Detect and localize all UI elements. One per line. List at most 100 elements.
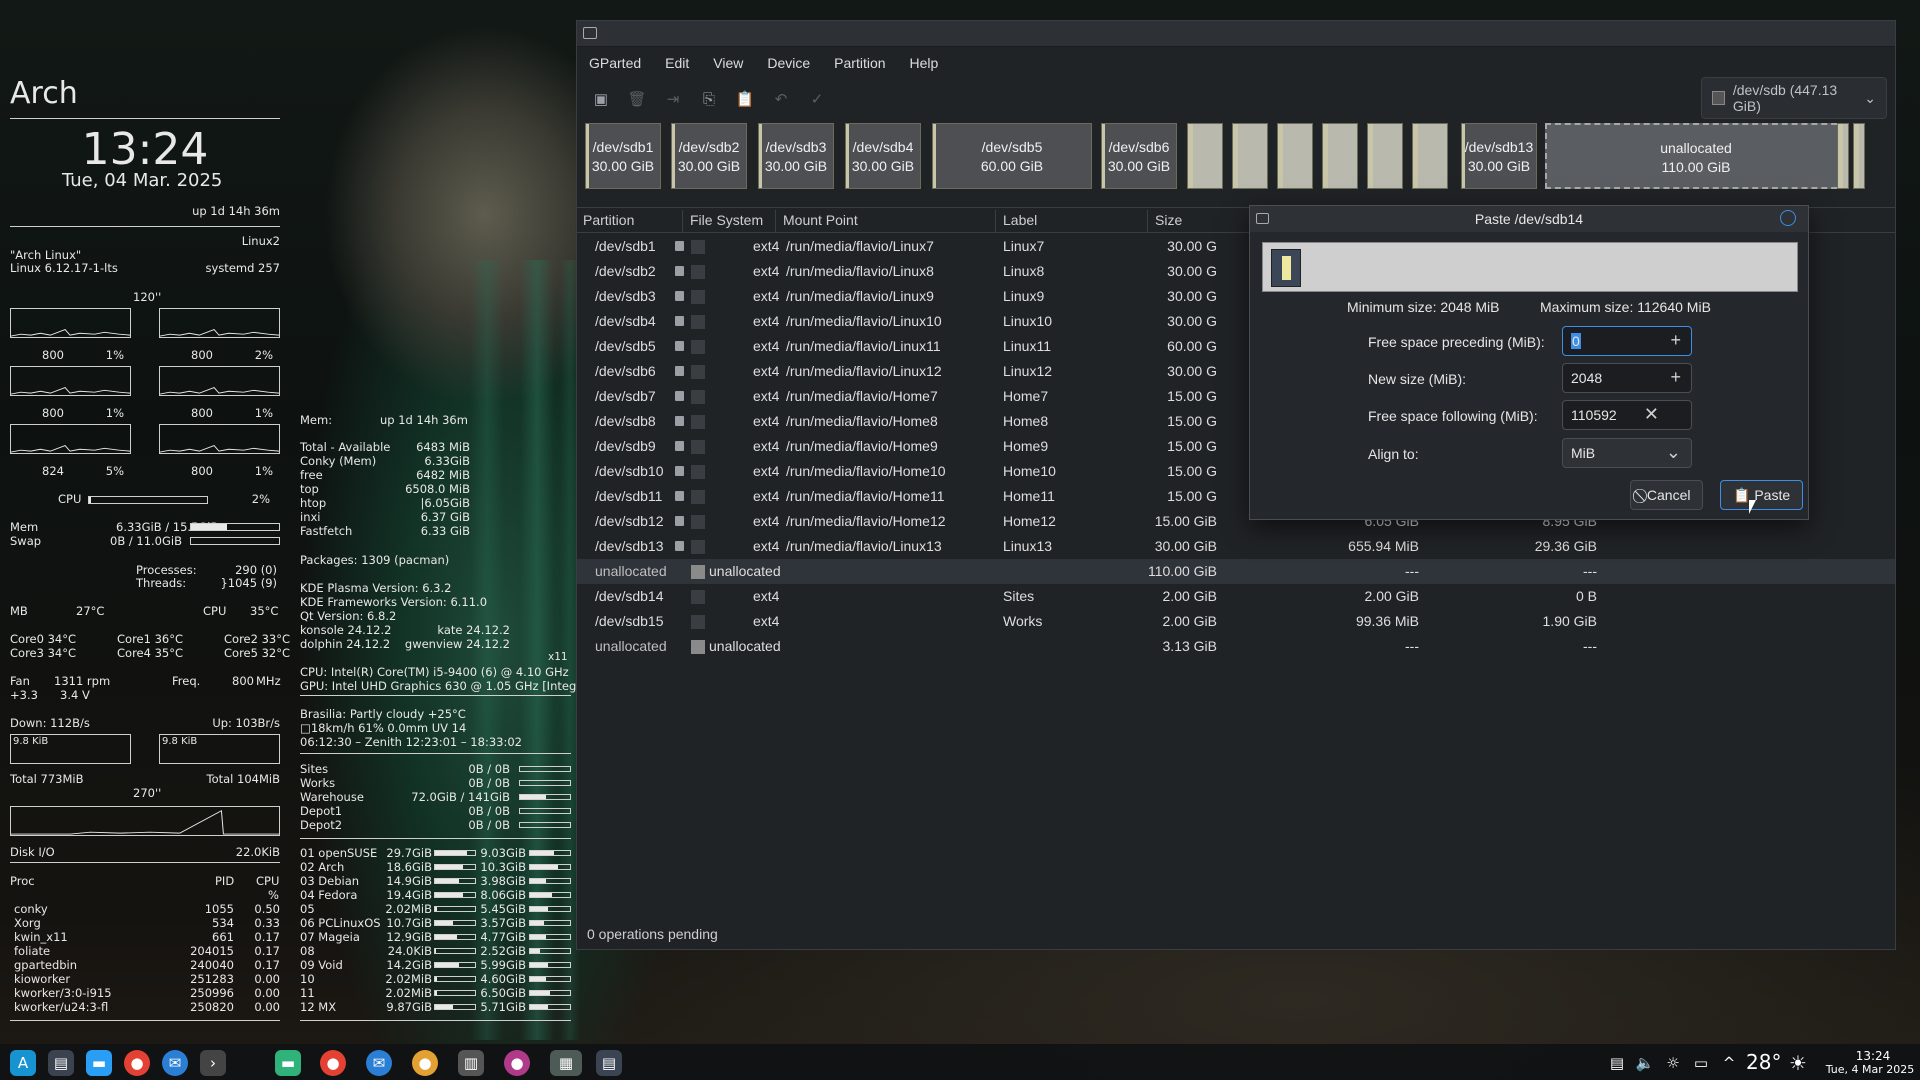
row-label: Works	[1003, 613, 1043, 629]
paste-button[interactable]: 📋 Paste	[1720, 480, 1804, 510]
conky-mem2-label: Mem:	[300, 413, 333, 427]
partition-block[interactable]: /dev/sdb5 60.00 GiB	[932, 123, 1092, 189]
menu-view[interactable]: View	[701, 51, 755, 77]
clock-date[interactable]: Tue, 4 Mar 2025	[1820, 1063, 1920, 1076]
cancel-button[interactable]: ⃠ Cancel	[1630, 480, 1704, 510]
undo-icon[interactable]: ↶	[765, 83, 797, 115]
column-file-system[interactable]: File System	[690, 212, 763, 228]
menu-partition[interactable]: Partition	[822, 51, 897, 77]
distro-home: 9.03GiB	[480, 846, 526, 860]
task-chrome2-icon[interactable]: ●	[412, 1050, 438, 1076]
device-selector[interactable]: /dev/sdb (447.13 GiB) ⌄	[1701, 77, 1887, 119]
volume-icon[interactable]: 🔈	[1632, 1050, 1658, 1076]
column-size[interactable]: Size	[1155, 212, 1182, 228]
partition-block-name: /dev/sdb4	[852, 139, 914, 155]
paste-icon[interactable]: 📋	[729, 83, 761, 115]
partition-block[interactable]: /dev/sdb13 30.00 GiB	[1461, 123, 1537, 189]
table-row[interactable]: /dev/sdb14 ext4 Sites 2.00 GiB 2.00 GiB 0 B	[577, 584, 1895, 609]
clipboard-icon[interactable]: ▤	[1604, 1050, 1630, 1076]
proc-pid: 204015	[190, 944, 234, 958]
partition-block-small[interactable]	[1187, 123, 1223, 189]
konsole-icon[interactable]: ›	[200, 1050, 226, 1076]
distro-home-bar	[529, 1004, 571, 1010]
partition-block[interactable]: unallocated 110.00 GiB	[1545, 123, 1847, 189]
weather-temp[interactable]: 28°	[1746, 1050, 1781, 1074]
launcher-icon[interactable]: A	[10, 1050, 36, 1076]
partition-block-small[interactable]	[1367, 123, 1403, 189]
resize-move-icon[interactable]: ⇥	[657, 83, 689, 115]
plus-icon[interactable]: +	[1670, 367, 1681, 388]
partition-block-small[interactable]	[1837, 123, 1849, 189]
menu-gparted[interactable]: GParted	[577, 51, 653, 77]
table-row[interactable]: /dev/sdb13 ext4/run/media/flavio/Linux13 L…	[577, 534, 1895, 559]
task-calc-icon[interactable]: ▤	[596, 1050, 622, 1076]
brightness-icon[interactable]: ☼	[1660, 1050, 1686, 1076]
task-gparted-icon[interactable]: ▦	[550, 1050, 582, 1076]
partition-block-name: /dev/sdb6	[1108, 139, 1170, 155]
task-app-icon[interactable]: ●	[504, 1050, 530, 1076]
column-partition[interactable]: Partition	[583, 212, 634, 228]
copy-icon[interactable]: ⎘	[693, 83, 725, 115]
clock-time[interactable]: 13:24	[1838, 1049, 1908, 1063]
task-thunderbird-icon[interactable]: ✉	[366, 1050, 392, 1076]
conky-kernel: Linux 6.12.17-1-lts	[10, 261, 118, 275]
row-size: 30.00 G	[1167, 238, 1217, 254]
clear-icon[interactable]: ✕	[1644, 404, 1659, 425]
delete-icon[interactable]: 🗑	[621, 83, 653, 115]
partition-block[interactable]: /dev/sdb3 30.00 GiB	[758, 123, 834, 189]
table-row[interactable]: unallocated unallocated 110.00 GiB --- ---	[577, 559, 1895, 584]
window-titlebar[interactable]	[577, 21, 1895, 47]
conky-weather3: 06:12:30 – Zenith 12:23:01 – 18:33:02	[300, 735, 522, 749]
partition-block-small[interactable]	[1322, 123, 1358, 189]
partition-block-small[interactable]	[1277, 123, 1313, 189]
apply-icon[interactable]: ✓	[801, 83, 833, 115]
network-icon[interactable]: ▭	[1688, 1050, 1714, 1076]
row-mountpoint: /run/media/flavio/Home10	[786, 463, 946, 479]
task-files-icon[interactable]: ▬	[275, 1050, 301, 1076]
menu-edit[interactable]: Edit	[653, 51, 701, 77]
mount-name: Depot2	[300, 818, 343, 832]
row-label: Home8	[1003, 413, 1049, 429]
partition-block-small[interactable]	[1232, 123, 1268, 189]
terminal-icon[interactable]: ▤	[48, 1050, 74, 1076]
partition-resizer[interactable]	[1262, 242, 1798, 292]
column-mount-point[interactable]: Mount Point	[783, 212, 858, 228]
file-manager-icon[interactable]: ▬	[86, 1050, 112, 1076]
cpu-core-load: 5%	[105, 464, 124, 478]
column-label[interactable]: Label	[1003, 212, 1037, 228]
partition-block[interactable]: /dev/sdb1 30.00 GiB	[585, 123, 661, 189]
partition-block[interactable]: /dev/sdb2 30.00 GiB	[671, 123, 747, 189]
distro-home: 2.52GiB	[480, 944, 526, 958]
cpu-core-graph	[10, 424, 131, 454]
partition-block-small[interactable]	[1853, 123, 1865, 189]
mem-source: free	[300, 468, 323, 482]
table-row[interactable]: unallocated unallocated 3.13 GiB --- ---	[577, 634, 1895, 659]
task-chrome-icon[interactable]: ●	[320, 1050, 346, 1076]
partition-block-small[interactable]	[1412, 123, 1448, 189]
partition-block[interactable]: /dev/sdb4 30.00 GiB	[845, 123, 921, 189]
row-mountpoint: /run/media/flavio/Home11	[786, 488, 945, 504]
weather-icon[interactable]: ☀	[1785, 1050, 1811, 1076]
preceding-input[interactable]: 0 +	[1562, 326, 1692, 356]
following-input[interactable]: 110592 ✕	[1562, 400, 1692, 430]
conky-mem2-uptime: up 1d 14h 36m	[380, 413, 468, 427]
proc-pid: 250996	[190, 986, 234, 1000]
mount-usage: 0B / 0B	[468, 804, 510, 818]
table-row[interactable]: /dev/sdb15 ext4 Works 2.00 GiB 99.36 MiB 1.90…	[577, 609, 1895, 634]
partition-block[interactable]	[1271, 249, 1301, 287]
thunderbird-icon[interactable]: ✉	[162, 1050, 188, 1076]
row-mountpoint: /run/media/flavio/Home8	[786, 413, 938, 429]
plus-icon[interactable]: +	[1670, 330, 1681, 351]
max-size-text: Maximum size: 112640 MiB	[1540, 299, 1711, 315]
new-size-input[interactable]: 2048 +	[1562, 363, 1692, 393]
dialog-close-icon[interactable]	[1780, 210, 1796, 226]
tray-expand-icon[interactable]: ^	[1716, 1050, 1742, 1076]
menu-help[interactable]: Help	[898, 51, 951, 77]
menu-device[interactable]: Device	[755, 51, 822, 77]
task-reader-icon[interactable]: ▥	[458, 1050, 484, 1076]
partition-block[interactable]: /dev/sdb6 30.00 GiB	[1101, 123, 1177, 189]
chrome-icon[interactable]: ●	[124, 1050, 150, 1076]
align-select[interactable]: MiB ⌄	[1562, 438, 1692, 468]
new-partition-icon[interactable]: ▣	[585, 83, 617, 115]
core-temp: Core1 36°C	[117, 632, 184, 646]
